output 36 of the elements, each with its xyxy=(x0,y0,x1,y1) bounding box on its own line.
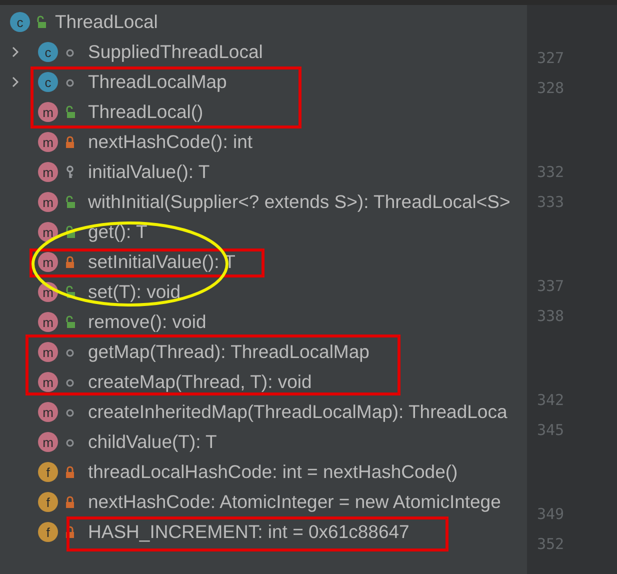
method-icon: m xyxy=(38,222,58,242)
member-label: get(): T xyxy=(88,222,148,242)
member-label: nextHashCode(): int xyxy=(88,132,253,152)
method-icon: m xyxy=(38,192,58,212)
field-icon: f xyxy=(38,522,58,542)
member-label: childValue(T): T xyxy=(88,432,217,452)
class-icon: c xyxy=(38,42,58,62)
class-icon: c xyxy=(10,12,30,32)
method-icon: m xyxy=(38,102,58,122)
method-icon: m xyxy=(38,402,58,422)
member-label: ThreadLocalMap xyxy=(88,72,227,92)
chevron-right-icon[interactable] xyxy=(10,76,20,88)
method-icon: m xyxy=(38,252,58,272)
member-label: set(T): void xyxy=(88,282,181,302)
method-icon: m xyxy=(38,132,58,152)
class-title: ThreadLocal xyxy=(55,12,158,32)
member-label: withInitial(Supplier<? extends S>): ThreadLocal<S> xyxy=(88,192,510,212)
member-label: SuppliedThreadLocal xyxy=(88,42,263,62)
member-label: initialValue(): T xyxy=(88,162,210,182)
method-icon: m xyxy=(38,342,58,362)
member-label: HASH_INCREMENT: int = 0x61c88647 xyxy=(88,522,410,542)
field-icon: f xyxy=(38,462,58,482)
member-label: createMap(Thread, T): void xyxy=(88,372,312,392)
member-label: getMap(Thread): ThreadLocalMap xyxy=(88,342,370,362)
method-icon: m xyxy=(38,162,58,182)
member-label: ThreadLocal() xyxy=(88,102,204,122)
method-icon: m xyxy=(38,372,58,392)
method-icon: m xyxy=(38,432,58,452)
member-label: createInheritedMap(ThreadLocalMap): ThreadLoca xyxy=(88,402,508,422)
class-icon: c xyxy=(38,72,58,92)
member-label: threadLocalHashCode: int = nextHashCode() xyxy=(88,462,458,482)
member-label: remove(): void xyxy=(88,312,206,332)
field-icon: f xyxy=(38,492,58,512)
member-label: nextHashCode: AtomicInteger = new AtomicIntege xyxy=(88,492,501,512)
method-icon: m xyxy=(38,312,58,332)
chevron-right-icon[interactable] xyxy=(10,46,20,58)
